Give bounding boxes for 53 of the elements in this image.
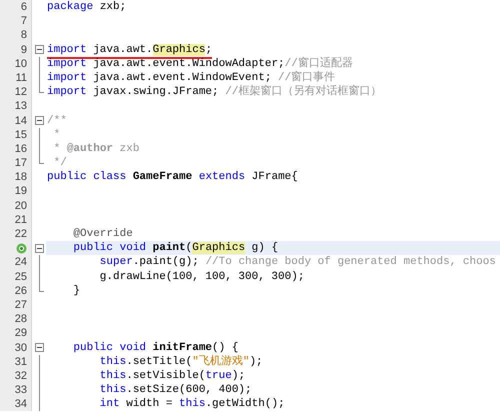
line-number: 13 <box>14 99 27 114</box>
code-line: g.drawLine(100, 100, 300, 300); <box>98 270 304 283</box>
code-line: * @author zxb <box>52 142 140 155</box>
line-number: 28 <box>14 312 27 326</box>
line-number: 10 <box>14 56 27 71</box>
line-number: 30 <box>14 340 27 355</box>
code-line: import javax.swing.JFrame; //框架窗口（另有对话框窗口） <box>47 86 382 98</box>
collapse-icon[interactable] <box>34 343 44 352</box>
line-number: 31 <box>14 354 27 369</box>
line-number: 7 <box>20 14 27 28</box>
code-line: this.setTitle("飞机游戏"); <box>98 356 263 368</box>
line-number: 8 <box>20 28 27 43</box>
collapse-icon[interactable] <box>34 45 44 54</box>
line-number: 14 <box>14 114 27 128</box>
code-line: } <box>72 284 80 297</box>
line-number: 25 <box>14 270 27 284</box>
code-line: public void paint(Graphics g) { <box>72 242 278 254</box>
line-number: 26 <box>14 284 27 298</box>
line-number: 19 <box>14 184 27 199</box>
line-number: 29 <box>14 326 27 341</box>
code-line: this.setVisible(true); <box>98 370 246 382</box>
code-line: public class GameFrame extends JFrame{ <box>47 171 298 184</box>
collapse-icon[interactable] <box>34 116 44 126</box>
line-number: 16 <box>14 142 27 156</box>
line-number: 15 <box>14 128 27 142</box>
code-line: package zxb; <box>47 1 126 13</box>
line-number: 24 <box>14 255 27 270</box>
override-marker-icon[interactable] <box>16 242 27 254</box>
line-number: 21 <box>14 212 27 228</box>
line-number: 6 <box>20 0 27 14</box>
line-number: 18 <box>14 170 27 184</box>
code-line: this.setSize(600, 400); <box>98 384 252 396</box>
code-line: import java.awt.event.WindowEvent; //窗口事件 <box>47 72 336 84</box>
code-line: super.paint(g); //To change body of generated methods, choos <box>98 256 496 268</box>
line-number: 20 <box>14 198 27 213</box>
line-number: 33 <box>14 383 27 398</box>
collapse-icon[interactable] <box>34 244 44 253</box>
code-line: int width = this.getWidth(); <box>98 398 285 410</box>
code-line: @Override <box>72 228 133 240</box>
line-number: 27 <box>14 298 27 312</box>
line-number: 32 <box>14 368 27 384</box>
code-line: /** <box>47 114 67 126</box>
line-number: 22 <box>14 227 27 242</box>
line-number: 12 <box>14 85 27 100</box>
code-line: import java.awt.Graphics; <box>47 44 212 59</box>
code-line: */ <box>52 157 67 170</box>
line-number: 34 <box>14 397 27 412</box>
code-line: import java.awt.event.WindowAdapter;//窗口适配器 <box>47 58 353 70</box>
line-number: 17 <box>14 156 27 170</box>
line-number: 11 <box>16 70 27 86</box>
code-line: * <box>52 128 60 141</box>
line-number: 9 <box>20 42 27 57</box>
code-line: public void initFrame() { <box>72 342 238 354</box>
